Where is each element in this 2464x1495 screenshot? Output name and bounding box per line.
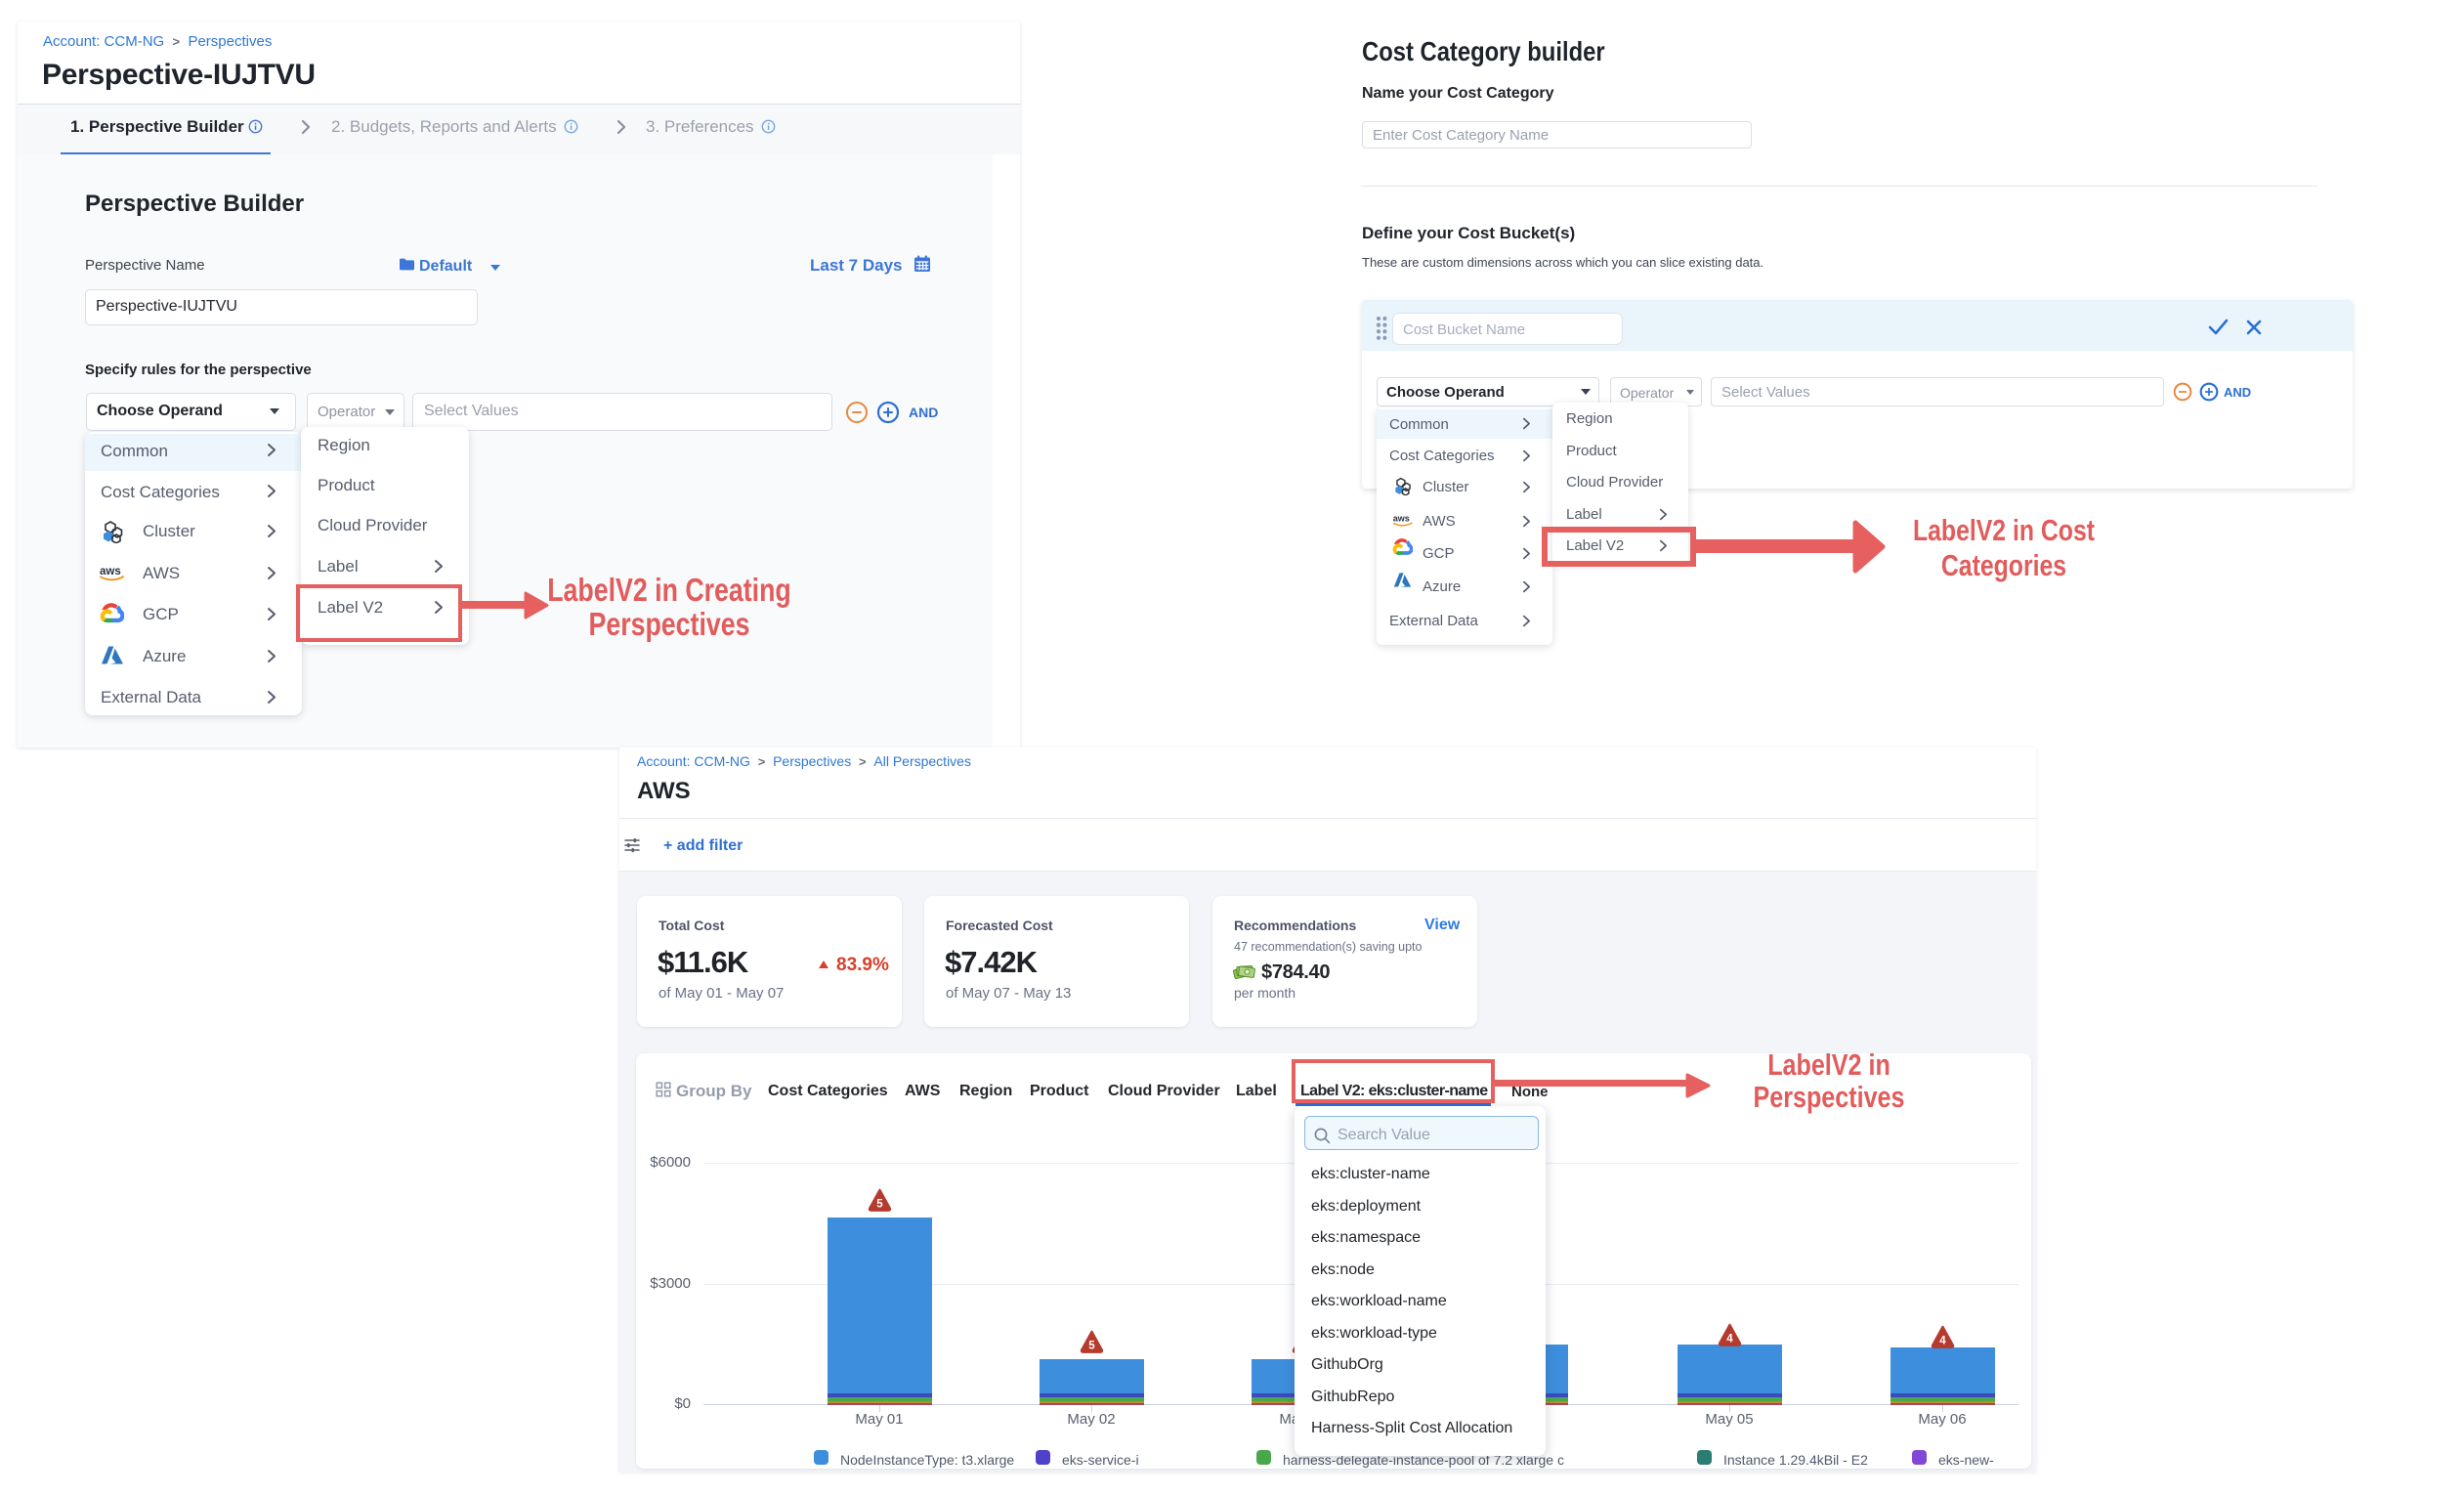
svg-text:4: 4	[1726, 1334, 1733, 1346]
svg-text:aws: aws	[1393, 514, 1410, 524]
svg-text:5: 5	[876, 1199, 883, 1211]
svg-text:5: 5	[1088, 1341, 1095, 1352]
svg-text:aws: aws	[100, 566, 121, 577]
svg-text:4: 4	[1939, 1336, 1946, 1347]
